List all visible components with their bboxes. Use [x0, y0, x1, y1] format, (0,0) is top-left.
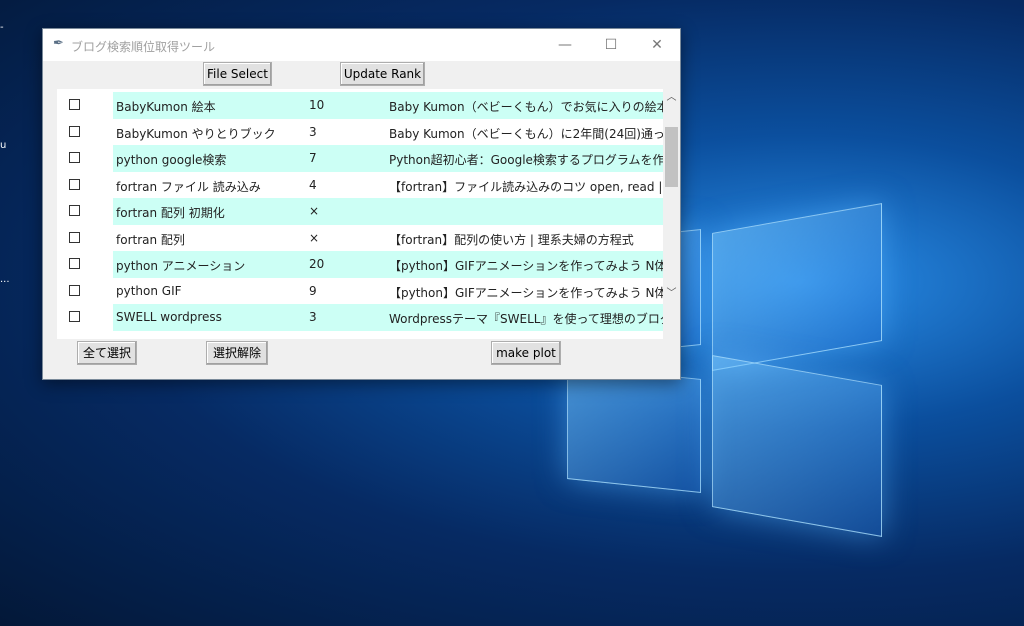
scroll-up-icon[interactable]: ︿	[663, 89, 680, 106]
row-rank: 3	[309, 124, 317, 139]
row-keyword: fortran ファイル 読み込み	[116, 179, 261, 194]
windows-logo-pane-top-right	[712, 203, 882, 371]
windows-logo-pane-bottom-right	[712, 355, 882, 537]
maximize-button[interactable]: ☐	[588, 29, 634, 61]
update-rank-button[interactable]: Update Rank	[340, 62, 425, 86]
list-row: SWELL wordpress 3 Wordpressテーマ『SWELL』を使って理…	[57, 304, 663, 331]
desktop-edge-text: u	[0, 140, 7, 151]
list-row: python google検索 7 Python超初心者：Google検索するプログ…	[57, 145, 663, 172]
row-keyword: fortran 配列 初期化	[116, 206, 225, 220]
row-rank: ×	[309, 230, 320, 245]
row-keyword: python アニメーション	[116, 259, 246, 273]
row-rank: 20	[309, 257, 325, 271]
row-rank: 4	[309, 177, 317, 192]
make-plot-button[interactable]: make plot	[491, 341, 561, 365]
row-keyword: fortran 配列	[116, 232, 185, 247]
close-button[interactable]: ✕	[634, 29, 680, 61]
row-checkbox[interactable]	[69, 205, 80, 216]
list-row: BabyKumon やりとりブック 3 Baby Kumon（ベビーくもん）に2年間…	[57, 119, 663, 146]
list-row: python GIF 9 【python】GIFアニメーションを作ってみよう N体シ…	[57, 278, 663, 305]
select-all-button[interactable]: 全て選択	[77, 341, 137, 365]
row-title: 【fortran】配列の使い方 | 理系夫婦の方程式	[389, 232, 634, 247]
row-keyword: python google検索	[116, 153, 227, 167]
rank-list: BabyKumon 絵本 10 Baby Kumon（ベビーくもん）でお気に入りの絵…	[57, 89, 663, 339]
list-row: fortran 配列 初期化 ×	[57, 198, 663, 225]
app-window: ✒ ブログ検索順位取得ツール — ☐ ✕ File Select Update …	[42, 28, 681, 380]
row-rank: 3	[309, 310, 317, 324]
feather-icon: ✒	[53, 36, 64, 51]
vertical-scrollbar[interactable]: ︿ ﹀	[663, 89, 680, 339]
row-rank: 10	[309, 98, 325, 112]
row-keyword: SWELL wordpress	[116, 310, 222, 324]
row-rank: 9	[309, 283, 317, 298]
row-checkbox[interactable]	[69, 284, 80, 296]
scroll-thumb[interactable]	[665, 127, 678, 187]
row-checkbox[interactable]	[69, 152, 80, 163]
windows-logo-pane-bottom-left	[567, 364, 701, 494]
window-title: ブログ検索順位取得ツール	[71, 40, 216, 54]
deselect-button[interactable]: 選択解除	[206, 341, 268, 365]
row-keyword: BabyKumon やりとりブック	[116, 126, 276, 141]
row-checkbox[interactable]	[69, 99, 80, 110]
row-title: Baby Kumon（ベビーくもん）でお気に入りの絵本（1	[389, 100, 663, 114]
row-title: 【python】GIFアニメーションを作ってみよう N体シミュレ:	[389, 285, 663, 300]
row-rank: ×	[309, 204, 320, 218]
list-row: BabyKumon 絵本 10 Baby Kumon（ベビーくもん）でお気に入りの絵…	[57, 92, 663, 119]
list-row: fortran ファイル 読み込み 4 【fortran】ファイル読み込みのコツ o…	[57, 172, 663, 199]
row-title: 【fortran】ファイル読み込みのコツ open, read | 理系夫	[389, 179, 663, 194]
row-rank: 7	[309, 151, 317, 165]
row-checkbox[interactable]	[69, 178, 80, 190]
file-select-button[interactable]: File Select	[203, 62, 272, 86]
row-checkbox[interactable]	[69, 125, 80, 137]
scroll-down-icon[interactable]: ﹀	[663, 285, 680, 302]
row-title: Wordpressテーマ『SWELL』を使って理想のブログにする	[389, 312, 663, 326]
row-checkbox[interactable]	[69, 311, 80, 322]
minimize-button[interactable]: —	[542, 29, 588, 61]
desktop-edge-text: ...	[0, 274, 10, 285]
list-row: fortran 配列 × 【fortran】配列の使い方 | 理系夫婦の方程式	[57, 225, 663, 252]
row-checkbox[interactable]	[69, 258, 80, 269]
row-checkbox[interactable]	[69, 231, 80, 243]
list-row: python アニメーション 20 【python】GIFアニメーションを作ってみよ…	[57, 251, 663, 278]
row-keyword: python GIF	[116, 283, 182, 298]
title-bar[interactable]: ✒ ブログ検索順位取得ツール — ☐ ✕	[43, 29, 680, 61]
row-title: 【python】GIFアニメーションを作ってみよう N体シミュレ:	[389, 259, 663, 273]
row-title: Baby Kumon（ベビーくもん）に2年間(24回)通った効:	[389, 126, 663, 141]
row-keyword: BabyKumon 絵本	[116, 100, 216, 114]
row-title: Python超初心者：Google検索するプログラムを作る|	[389, 153, 663, 167]
desktop-edge-text: -	[0, 22, 4, 33]
